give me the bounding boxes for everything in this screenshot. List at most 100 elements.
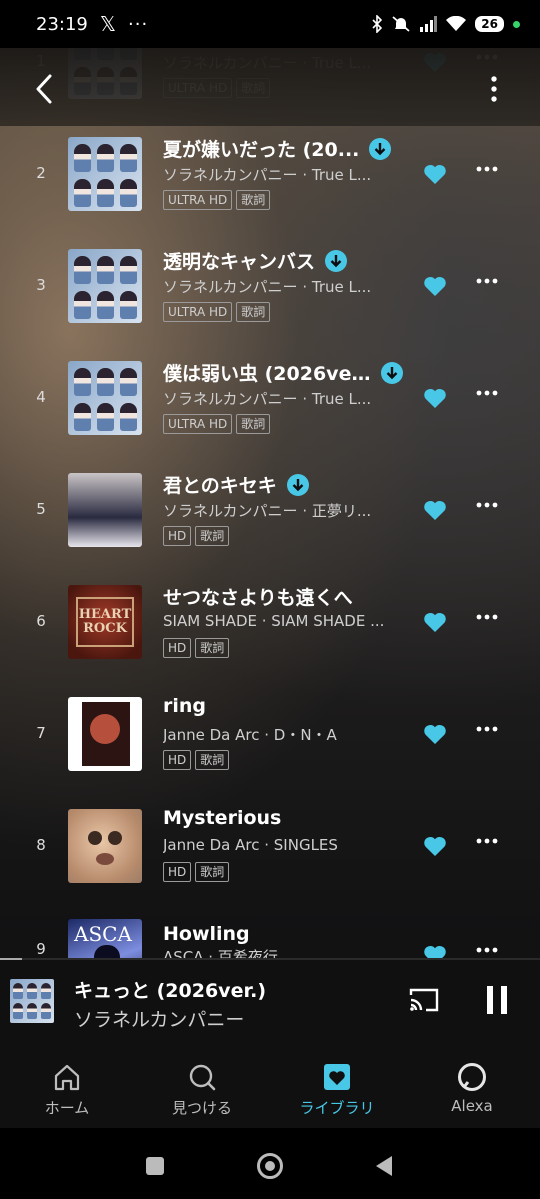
- nav-alexa[interactable]: Alexa: [412, 1040, 532, 1128]
- track-artist-album: Janne Da Arc · D・N・A: [163, 726, 337, 744]
- lyrics-badge: 歌詞: [195, 750, 230, 770]
- pause-button[interactable]: [486, 985, 508, 1015]
- track-number: 7: [36, 724, 46, 742]
- lyrics-badge: 歌詞: [236, 190, 271, 210]
- back-button[interactable]: [30, 72, 60, 106]
- liked-heart-icon[interactable]: [423, 723, 447, 745]
- more-icon: ···: [128, 13, 149, 35]
- track-artist-album: ソラネルカンパニー · True L...: [163, 278, 372, 296]
- quality-badge: ULTRA HD: [163, 302, 233, 322]
- track-artist-album: ソラネルカンパニー · True L...: [163, 166, 372, 184]
- track-title-row: Mysterious: [163, 807, 281, 829]
- library-icon: [324, 1064, 350, 1090]
- liked-heart-icon[interactable]: [423, 275, 447, 297]
- track-badges: ULTRA HD歌詞: [163, 302, 271, 322]
- more-options-button[interactable]: [484, 74, 504, 104]
- track-more-button[interactable]: [475, 946, 499, 954]
- album-cover[interactable]: [68, 137, 142, 211]
- mini-player[interactable]: キュっと (2026ver.) ソラネルカンパニー: [0, 958, 540, 1040]
- track-title-row: 君とのキセキ: [163, 471, 309, 498]
- battery-level: 26: [475, 16, 504, 32]
- recents-button[interactable]: [146, 1157, 164, 1175]
- album-cover[interactable]: [68, 697, 142, 771]
- lyrics-badge: 歌詞: [195, 862, 230, 882]
- now-playing-artist: ソラネルカンパニー: [74, 1009, 245, 1031]
- lyrics-badge: 歌詞: [236, 302, 271, 322]
- track-badges: HD 歌詞: [163, 526, 230, 546]
- liked-heart-icon[interactable]: [423, 163, 447, 185]
- bluetooth-icon: [372, 15, 383, 33]
- track-title-row: ring: [163, 695, 206, 717]
- liked-heart-icon[interactable]: [423, 835, 447, 857]
- cast-icon[interactable]: [408, 987, 440, 1013]
- x-logo-icon: 𝕏: [99, 12, 116, 36]
- track-title-row: Howling: [163, 923, 250, 945]
- album-cover[interactable]: [68, 473, 142, 547]
- track-row[interactable]: 8 Mysterious Janne Da Arc · SINGLES HD 歌詞: [0, 790, 540, 902]
- track-title: 夏が嫌いだった (20...: [163, 139, 360, 161]
- track-number: 6: [36, 612, 46, 630]
- nav-label: ライブラリ: [299, 1099, 375, 1117]
- track-more-button[interactable]: [475, 725, 499, 733]
- track-row[interactable]: 4 僕は弱い虫 (2026ver.) ソラネルカンパニー · True L...…: [0, 342, 540, 454]
- nav-search[interactable]: 見つける: [142, 1040, 262, 1128]
- track-number: 4: [36, 388, 46, 406]
- track-more-button[interactable]: [475, 277, 499, 285]
- signal-icon: [420, 16, 438, 32]
- track-more-button[interactable]: [475, 165, 499, 173]
- system-back-button[interactable]: [374, 1155, 394, 1177]
- track-title-row: せつなさよりも遠くへ: [163, 583, 353, 610]
- search-icon: [189, 1064, 216, 1091]
- album-cover[interactable]: [68, 361, 142, 435]
- downloaded-icon: [325, 249, 348, 272]
- track-title: 君とのキセキ: [163, 475, 277, 497]
- track-title: Mysterious: [163, 807, 282, 829]
- track-number: 8: [36, 836, 46, 854]
- track-artist-album: ソラネルカンパニー · 正夢リ...: [163, 502, 372, 520]
- track-title: 僕は弱い虫 (2026ver.): [163, 363, 371, 385]
- status-time: 23:19: [36, 13, 88, 35]
- playback-progress: [0, 958, 540, 960]
- quality-badge: HD: [163, 638, 192, 658]
- downloaded-icon: [369, 137, 392, 160]
- home-system-button[interactable]: [257, 1153, 283, 1179]
- album-cover[interactable]: [68, 809, 142, 883]
- wifi-icon: [446, 16, 467, 31]
- track-title: 透明なキャンバス: [163, 251, 316, 273]
- track-title: せつなさよりも遠くへ: [163, 587, 353, 609]
- track-row[interactable]: 5 君とのキセキ ソラネルカンパニー · 正夢リ... HD 歌詞: [0, 454, 540, 566]
- quality-badge: HD: [163, 750, 192, 770]
- album-cover[interactable]: HEART ROCK: [68, 585, 142, 659]
- track-badges: HD 歌詞: [163, 862, 230, 882]
- mute-icon: [392, 16, 410, 32]
- track-title: ring: [163, 695, 207, 717]
- track-number: 2: [36, 164, 46, 182]
- track-title-row: 僕は弱い虫 (2026ver.): [163, 359, 403, 386]
- track-badges: HD 歌詞: [163, 750, 230, 770]
- track-artist-album: ソラネルカンパニー · True L...: [163, 390, 372, 408]
- track-number: 5: [36, 500, 46, 518]
- mini-player-cover[interactable]: [10, 979, 54, 1023]
- track-more-button[interactable]: [475, 389, 499, 397]
- nav-label: Alexa: [451, 1097, 493, 1115]
- liked-heart-icon[interactable]: [423, 611, 447, 633]
- nav-home[interactable]: ホーム: [7, 1040, 127, 1128]
- track-more-button[interactable]: [475, 501, 499, 509]
- playback-progress-fill: [0, 958, 22, 960]
- track-row[interactable]: 2 夏が嫌いだった (20... ソラネルカンパニー · True L... U…: [0, 118, 540, 230]
- downloaded-icon: [286, 473, 309, 496]
- nav-label: ホーム: [44, 1099, 90, 1117]
- liked-heart-icon[interactable]: [423, 499, 447, 521]
- track-row[interactable]: 3 透明なキャンバス ソラネルカンパニー · True L... ULTRA H…: [0, 230, 540, 342]
- track-title-row: 夏が嫌いだった (20...: [163, 135, 392, 162]
- track-title-row: 透明なキャンバス: [163, 247, 348, 274]
- liked-heart-icon[interactable]: [423, 387, 447, 409]
- track-number: 9: [36, 940, 46, 958]
- album-cover[interactable]: [68, 249, 142, 323]
- track-badges: ULTRA HD歌詞: [163, 190, 271, 210]
- track-row[interactable]: 7 ring Janne Da Arc · D・N・A HD 歌詞: [0, 678, 540, 790]
- track-row[interactable]: 6 HEART ROCK せつなさよりも遠くへ SIAM SHADE · SIAM…: [0, 566, 540, 678]
- track-more-button[interactable]: [475, 837, 499, 845]
- nav-library[interactable]: ライブラリ: [277, 1040, 397, 1128]
- track-more-button[interactable]: [475, 613, 499, 621]
